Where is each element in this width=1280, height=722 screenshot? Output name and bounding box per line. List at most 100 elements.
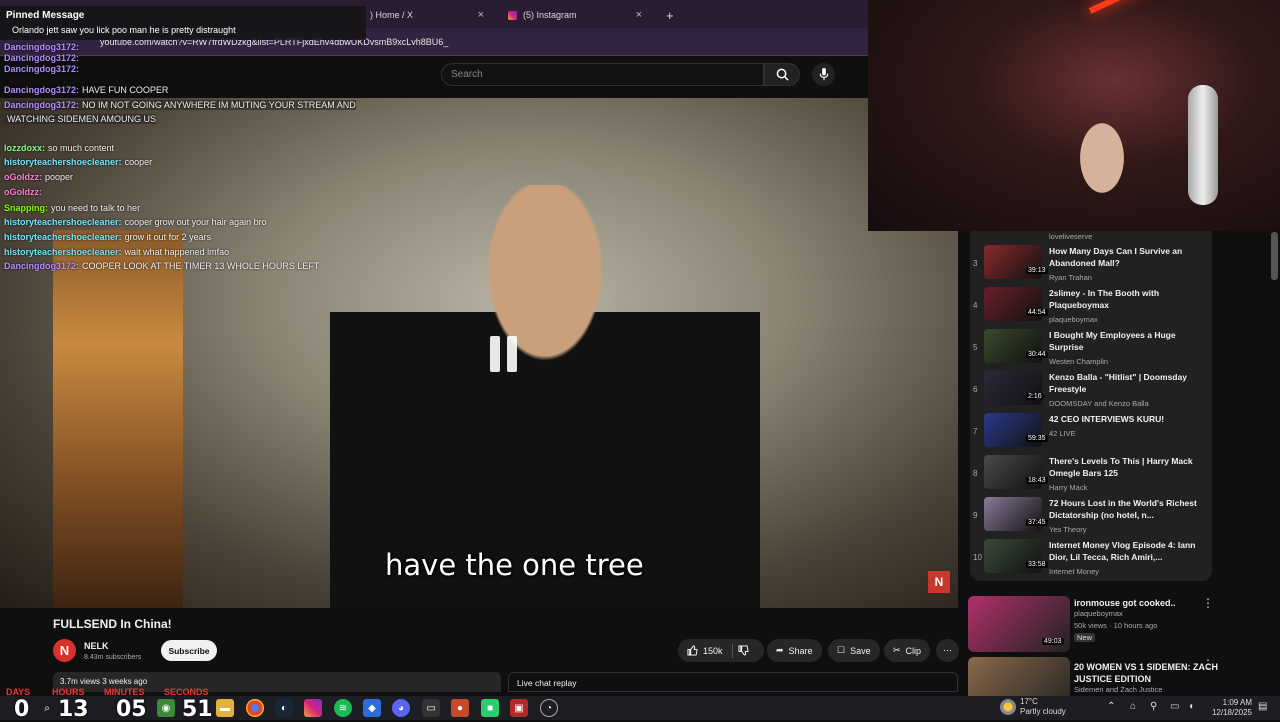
- chat-username[interactable]: oGoldzz:: [4, 172, 42, 182]
- video-title[interactable]: 20 WOMEN VS 1 SIDEMEN: ZACH JUSTICE EDIT…: [1074, 661, 1254, 685]
- channel-name[interactable]: plaqueboymax: [1074, 609, 1123, 618]
- app-icon[interactable]: ■: [481, 699, 499, 717]
- avatar[interactable]: N: [53, 639, 76, 662]
- playlist-item[interactable]: 7 59:35 42 CEO INTERVIEWS KURU! 42 LIVE: [970, 413, 1210, 454]
- notification-icon[interactable]: ▤: [1258, 701, 1267, 712]
- playlist-item[interactable]: 4 44:54 2slimey - In The Booth with Plaque…: [970, 287, 1210, 328]
- chat-text: grow it out for 2 years: [124, 232, 212, 242]
- subscribe-button[interactable]: Subscribe: [161, 640, 217, 661]
- chat-username[interactable]: historyteachershoecleaner:: [4, 157, 122, 167]
- clock[interactable]: 1:09 AM 12/18/2025: [1208, 698, 1252, 718]
- channel-name[interactable]: NELK: [84, 641, 109, 651]
- playlist-item[interactable]: 6 2:16 Kenzo Balla - "Hitlist" | Doomsday …: [970, 371, 1210, 412]
- playlist-item-channel[interactable]: Westen Champlin: [1049, 357, 1108, 366]
- playlist-item-title[interactable]: 72 Hours Lost in the World's Richest Dic…: [1049, 497, 1199, 521]
- recommended-video[interactable]: 20 WOMEN VS 1 SIDEMEN: ZACH JUSTICE EDIT…: [968, 657, 1268, 713]
- chevron-up-icon[interactable]: ⌃: [1107, 701, 1115, 712]
- playlist-item[interactable]: 10 33:58 Internet Money Vlog Episode 4: Ia…: [970, 539, 1210, 580]
- steam-icon[interactable]: ◐: [275, 699, 293, 717]
- playlist-item-number: 4: [973, 301, 978, 310]
- playlist-item-channel[interactable]: Yes Theory: [1049, 525, 1087, 534]
- thumbs-down-icon[interactable]: [737, 645, 749, 656]
- chat-username[interactable]: Dancingdog3172:: [4, 100, 79, 110]
- channel-watermark[interactable]: N: [928, 571, 950, 593]
- display-icon[interactable]: ▭: [1170, 701, 1179, 712]
- file-explorer-icon[interactable]: ▬: [216, 699, 234, 717]
- chat-username[interactable]: Dancingdog3172:: [4, 53, 79, 63]
- voice-search-button[interactable]: [812, 63, 835, 86]
- video-title[interactable]: ironmouse got cooked..: [1074, 597, 1254, 609]
- playlist-item-channel[interactable]: Ryan Trahan: [1049, 273, 1092, 282]
- instagram-icon[interactable]: [304, 699, 322, 717]
- more-icon[interactable]: ⋮: [1202, 596, 1214, 610]
- weather-widget[interactable]: 17°C Partly cloudy: [1020, 697, 1066, 717]
- playlist-item-channel[interactable]: plaqueboymax: [1049, 315, 1098, 324]
- video-stats: 50k views · 10 hours ago: [1074, 621, 1158, 630]
- new-tab-button[interactable]: +: [658, 4, 682, 26]
- playlist-item-channel[interactable]: Harry Mack: [1049, 483, 1087, 492]
- chat-username[interactable]: Dancingdog3172:: [4, 42, 79, 52]
- more-actions-button[interactable]: ⋯: [936, 639, 959, 662]
- obs-icon[interactable]: ●: [451, 699, 469, 717]
- search-button[interactable]: [764, 63, 800, 86]
- recommended-video[interactable]: 49:03 ironmouse got cooked.. plaqueboymax 5…: [968, 596, 1268, 654]
- chat-username[interactable]: lozzdoxx:: [4, 143, 45, 153]
- playlist-item[interactable]: 5 30:44 I Bought My Employees a Huge Surpr…: [970, 329, 1210, 370]
- more-icon[interactable]: ⋮: [1202, 657, 1214, 671]
- video-duration: 59:35: [1026, 435, 1048, 442]
- microphone-icon[interactable]: ⚲: [1150, 701, 1157, 712]
- clip-button[interactable]: ✂ Clip: [884, 639, 931, 662]
- playlist-item[interactable]: 3 39:13 How Many Days Can I Survive an Aba…: [970, 245, 1210, 286]
- close-icon[interactable]: ×: [636, 9, 642, 21]
- close-icon[interactable]: ×: [478, 9, 484, 21]
- app-icon[interactable]: ◆: [363, 699, 381, 717]
- playlist-item[interactable]: 9 37:45 72 Hours Lost in the World's Riche…: [970, 497, 1210, 538]
- weather-icon[interactable]: [1000, 699, 1016, 715]
- like-button[interactable]: 150k: [687, 645, 723, 656]
- playlist-item-title[interactable]: 42 CEO INTERVIEWS KURU!: [1049, 413, 1199, 425]
- playlist-item-title[interactable]: 2slimey - In The Booth with Plaqueboymax: [1049, 287, 1199, 311]
- chat-username[interactable]: historyteachershoecleaner:: [4, 217, 122, 227]
- xbox-icon[interactable]: ◉: [157, 699, 175, 717]
- chat-username[interactable]: Dancingdog3172:: [4, 64, 79, 74]
- playlist-item-title[interactable]: There's Levels To This | Harry Mack Omeg…: [1049, 455, 1199, 479]
- channel-name[interactable]: Sidemen and Zach Justice: [1074, 685, 1162, 694]
- playlist-item-channel[interactable]: DOOMSDAY and Kenzo Balla: [1049, 399, 1149, 408]
- chat-message: Dancingdog3172: NO IM NOT GOING ANYWHERE …: [4, 100, 356, 110]
- network-icon[interactable]: ⌂: [1130, 701, 1136, 712]
- chat-username[interactable]: Snapping:: [4, 203, 48, 213]
- webcam-streamer: [1068, 122, 1136, 212]
- share-button[interactable]: ➦ Share: [767, 639, 822, 662]
- chat-message: WATCHING SIDEMEN AMOUNG US: [4, 114, 157, 124]
- playlist-item-title[interactable]: How Many Days Can I Survive an Abandoned…: [1049, 245, 1199, 269]
- playlist-item-title[interactable]: Kenzo Balla - "Hitlist" | Doomsday Frees…: [1049, 371, 1199, 395]
- divider: [731, 643, 733, 658]
- spotify-icon[interactable]: ≋: [334, 699, 352, 717]
- pause-icon[interactable]: [490, 336, 524, 372]
- share-label: Share: [788, 645, 813, 656]
- chat-username[interactable]: historyteachershoecleaner:: [4, 232, 122, 242]
- search-input[interactable]: Search: [441, 63, 764, 86]
- playlist-item-channel[interactable]: 42 LIVE: [1049, 429, 1076, 438]
- scrollbar[interactable]: [1271, 232, 1278, 280]
- tab-home-x[interactable]: ) Home / X ×: [362, 4, 492, 26]
- app-icon[interactable]: ▣: [510, 699, 528, 717]
- live-chat-replay[interactable]: Live chat replay: [508, 672, 958, 692]
- playlist-item-number: 9: [973, 511, 978, 520]
- chat-username[interactable]: historyteachershoecleaner:: [4, 247, 122, 257]
- playlist-item[interactable]: 8 18:43 There's Levels To This | Harry Mac…: [970, 455, 1210, 496]
- playlist-item-channel[interactable]: Internet Money: [1049, 567, 1099, 576]
- chrome-icon[interactable]: [246, 699, 264, 717]
- app-icon[interactable]: ◔: [540, 699, 558, 717]
- chat-username[interactable]: Dancingdog3172:: [4, 261, 79, 271]
- playlist-item-title[interactable]: I Bought My Employees a Huge Surprise: [1049, 329, 1199, 353]
- volume-icon[interactable]: ◖: [1188, 701, 1194, 712]
- discord-icon[interactable]: ◕: [392, 699, 410, 717]
- tab-instagram[interactable]: (5) Instagram ×: [500, 4, 650, 26]
- search-icon[interactable]: ⌕: [38, 699, 56, 717]
- playlist-item-title[interactable]: Internet Money Vlog Episode 4: Iann Dior…: [1049, 539, 1199, 563]
- chat-username[interactable]: oGoldzz:: [4, 187, 42, 197]
- app-icon[interactable]: ▭: [422, 699, 440, 717]
- save-button[interactable]: ☐ Save: [828, 639, 880, 662]
- chat-username[interactable]: Dancingdog3172:: [4, 85, 79, 95]
